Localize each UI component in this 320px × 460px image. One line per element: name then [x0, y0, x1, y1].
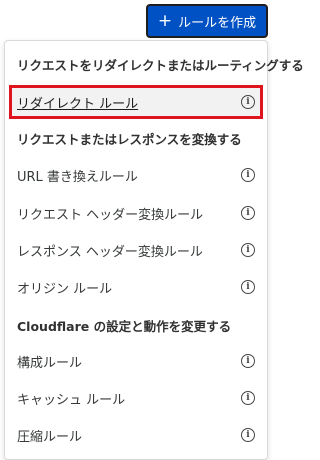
menu-item-label: リダイレクト ルール [17, 96, 139, 112]
section-header-transform: リクエストまたはレスポンスを変換する [17, 132, 242, 147]
menu-item-label: リクエスト ヘッダー変換ルール [17, 207, 204, 223]
menu-item-response-header-rules[interactable]: レスポンス ヘッダー変換ルール i [9, 233, 263, 267]
menu-item-cache-rules[interactable]: キャッシュ ルール i [9, 381, 263, 415]
menu-item-redirect-rules[interactable]: リダイレクト ルール i [9, 85, 263, 119]
create-rule-button[interactable]: + ルールを作成 [146, 4, 268, 38]
menu-item-label: URL 書き換えルール [17, 169, 138, 185]
menu-item-label: 構成ルール [17, 355, 83, 371]
info-icon[interactable]: i [241, 280, 255, 294]
create-rule-button-label: ルールを作成 [178, 15, 257, 31]
top-bar: + ルールを作成 [0, 0, 272, 38]
menu-item-label: 圧縮ルール [17, 429, 83, 445]
info-icon[interactable]: i [241, 391, 255, 405]
section-header-cloudflare-settings: Cloudflare の設定と動作を変更する [17, 319, 232, 334]
info-icon[interactable]: i [241, 428, 255, 442]
create-rule-dropdown-menu: リクエストをリダイレクトまたはルーティングする リダイレクト ルール i リクエ… [4, 40, 304, 460]
info-icon[interactable]: i [241, 243, 255, 257]
menu-item-label: オリジン ルール [17, 281, 113, 297]
info-icon[interactable]: i [241, 206, 255, 220]
menu-item-configuration-rules[interactable]: 構成ルール i [9, 344, 263, 378]
menu-item-origin-rules[interactable]: オリジン ルール i [9, 270, 263, 304]
menu-item-label: レスポンス ヘッダー変換ルール [17, 244, 203, 260]
menu-item-url-rewrite-rules[interactable]: URL 書き換えルール i [9, 158, 263, 192]
plus-icon: + [157, 10, 173, 31]
menu-item-compression-rules[interactable]: 圧縮ルール i [9, 418, 263, 452]
info-icon[interactable]: i [241, 354, 255, 368]
menu-item-label: キャッシュ ルール [17, 392, 126, 408]
info-icon[interactable]: i [241, 95, 255, 109]
info-icon[interactable]: i [241, 168, 255, 182]
menu-item-request-header-rules[interactable]: リクエスト ヘッダー変換ルール i [9, 196, 263, 230]
section-header-redirect: リクエストをリダイレクトまたはルーティングする [17, 58, 304, 73]
